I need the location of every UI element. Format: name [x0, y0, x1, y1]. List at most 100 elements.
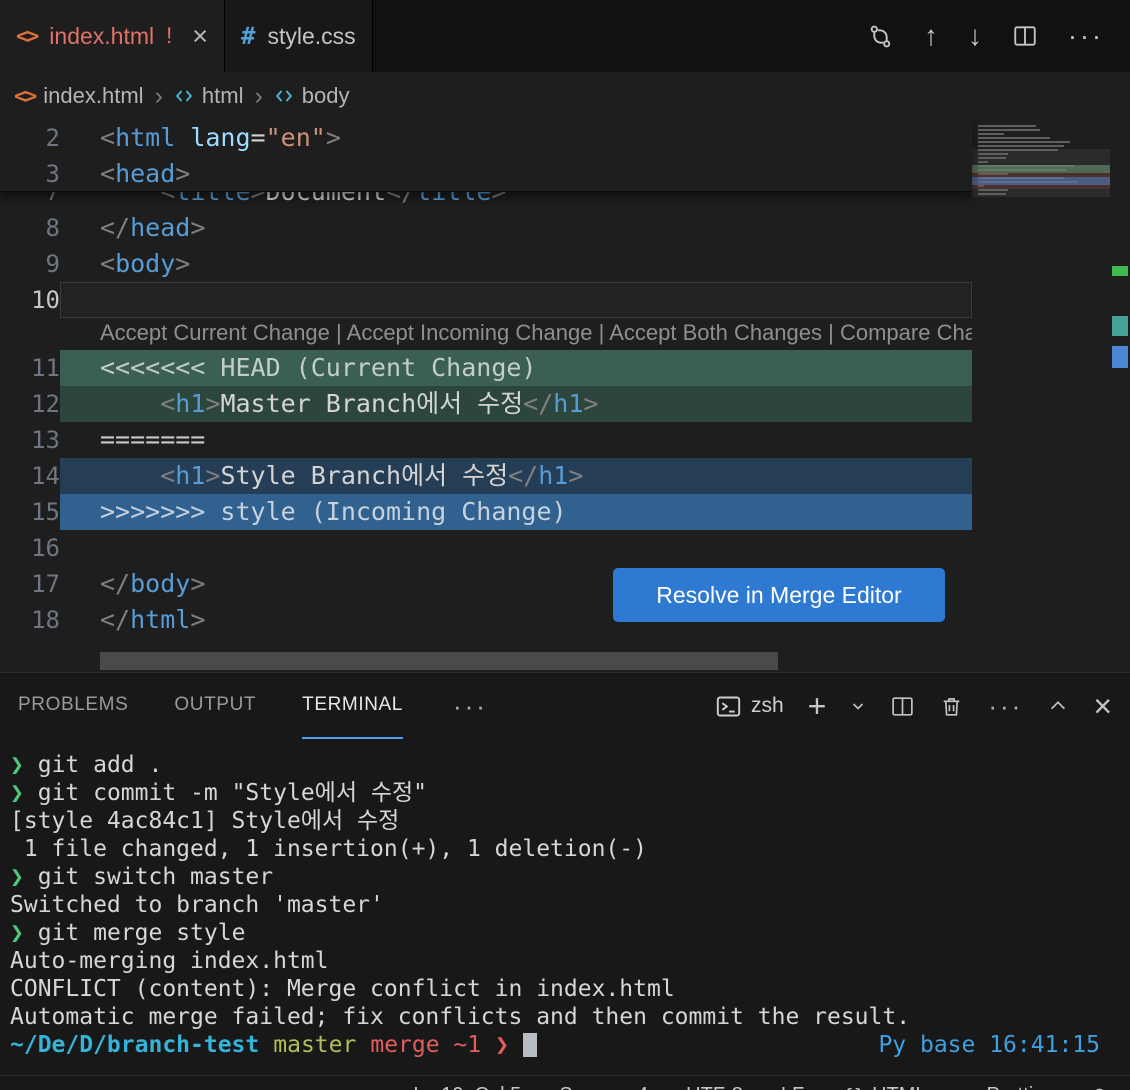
tab-problems[interactable]: PROBLEMS: [18, 673, 128, 739]
indentation[interactable]: Spaces: 4: [559, 1084, 648, 1090]
sticky-scroll: 2 <html lang="en"> 3 <head>: [0, 120, 972, 192]
ruler-mark-green: [1112, 266, 1128, 276]
open-changes-icon[interactable]: [867, 23, 894, 50]
line-number: 16: [31, 534, 60, 562]
brackets-icon: {}: [842, 1085, 865, 1090]
sticky-line-2[interactable]: 2 <html lang="en">: [0, 120, 972, 156]
ruler-mark-blue: [1112, 346, 1128, 368]
status-bar: Ln 10, Col 5 Spaces: 4 UTF-8 LF {}HTML P…: [0, 1075, 1130, 1090]
line-number: 14: [31, 462, 60, 490]
terminal-line: ❯ git add .: [10, 752, 163, 778]
breadcrumb-node-html[interactable]: html: [174, 83, 243, 109]
line-number: 10: [31, 286, 60, 314]
next-change-icon[interactable]: ↓: [968, 20, 982, 52]
split-editor-icon[interactable]: [1012, 23, 1038, 49]
tab-index-html[interactable]: <> index.html ! ×: [0, 0, 226, 72]
prompt-right-status: Py base 16:41:15: [878, 1032, 1100, 1058]
line-number: 2: [45, 124, 60, 152]
terminal-line: [style 4ac84c1] Style에서 수정: [10, 808, 400, 834]
editor-actions: ↑ ↓ ···: [867, 0, 1130, 72]
formatter-status[interactable]: Prettier: [965, 1084, 1051, 1090]
new-terminal-icon[interactable]: +: [808, 690, 827, 722]
terminal-line: Automatic merge failed; fix conflicts an…: [10, 1004, 911, 1030]
code-line-9[interactable]: 9 <body>: [0, 246, 972, 282]
sticky-line-3[interactable]: 3 <head>: [0, 156, 972, 192]
code-text: <html lang="en">: [100, 123, 341, 152]
html-file-icon: <>: [14, 84, 37, 108]
more-panel-views-icon[interactable]: ···: [453, 691, 488, 722]
editor-tab-bar: <> index.html ! × # style.css ↑ ↓ ···: [0, 0, 1130, 72]
code-line-14-incoming-change[interactable]: 14 <h1>Style Branch에서 수정</h1>: [0, 458, 972, 494]
horizontal-scrollbar[interactable]: [100, 652, 778, 670]
code-line-13-conflict-separator[interactable]: 13 =======: [0, 422, 972, 458]
line-number: 15: [31, 498, 60, 526]
line-number: 12: [31, 390, 60, 418]
eol-sequence[interactable]: LF: [781, 1084, 804, 1090]
code-line-8[interactable]: 8 </head>: [0, 210, 972, 246]
cursor-position[interactable]: Ln 10, Col 5: [413, 1084, 521, 1090]
prompt-char: ❯: [10, 780, 24, 806]
breadcrumb-node-body[interactable]: body: [274, 83, 350, 109]
prompt-char: ❯: [10, 752, 24, 778]
prompt-path: ~/De/D/branch-test: [10, 1032, 260, 1058]
code-text: <body>: [100, 249, 191, 278]
more-actions-icon[interactable]: ···: [1068, 21, 1104, 52]
code-editor[interactable]: 7 <title>Document</title> 8 </head> 9 <b…: [0, 120, 1130, 672]
code-text: <h1>Style Branch에서 수정</h1>: [60, 458, 972, 494]
accept-both-changes-link[interactable]: Accept Both Changes: [609, 320, 822, 345]
terminal-line: 1 file changed, 1 insertion(+), 1 deleti…: [10, 836, 647, 862]
panel-actions: zsh + ··· ×: [715, 690, 1112, 722]
tab-label: style.css: [267, 22, 356, 49]
terminal-line: ❯ git switch master: [10, 864, 274, 890]
active-terminal-chip[interactable]: zsh: [715, 693, 784, 720]
html-file-icon: <>: [16, 24, 39, 48]
previous-change-icon[interactable]: ↑: [924, 20, 938, 52]
terminal-output[interactable]: ❯ git add . ❯ git commit -m "Style에서 수정"…: [0, 739, 1130, 1059]
language-mode[interactable]: {}HTML: [842, 1084, 926, 1090]
breadcrumb-separator: ›: [254, 81, 263, 110]
prompt-git-branch: master: [273, 1032, 357, 1058]
line-number: 8: [45, 214, 60, 242]
code-text: </head>: [100, 213, 206, 242]
terminal-cursor: [522, 1033, 537, 1057]
resolve-in-merge-editor-button[interactable]: Resolve in Merge Editor: [613, 568, 945, 622]
prompt-char: ❯: [10, 920, 24, 946]
panel-more-actions-icon[interactable]: ···: [988, 691, 1023, 722]
compare-changes-link[interactable]: Compare Changes: [840, 320, 972, 345]
tab-terminal[interactable]: TERMINAL: [302, 673, 403, 739]
encoding[interactable]: UTF-8: [686, 1084, 743, 1090]
accept-incoming-change-link[interactable]: Accept Incoming Change: [347, 320, 593, 345]
minimap[interactable]: [972, 120, 1110, 672]
close-panel-icon[interactable]: ×: [1093, 690, 1112, 722]
css-file-icon: #: [241, 22, 256, 50]
tab-output[interactable]: OUTPUT: [174, 673, 256, 739]
merge-codelens: Accept Current Change | Accept Incoming …: [0, 318, 972, 350]
code-line-11-conflict-current-header[interactable]: 11 <<<<<<< HEAD (Current Change): [0, 350, 972, 386]
close-tab-icon[interactable]: ×: [192, 22, 208, 50]
split-terminal-icon[interactable]: [890, 694, 915, 719]
notifications-bell-icon[interactable]: [1089, 1085, 1110, 1090]
code-line-12-current-change[interactable]: 12 <h1>Master Branch에서 수정</h1>: [0, 386, 972, 422]
shell-label: zsh: [750, 694, 784, 717]
kill-terminal-icon[interactable]: [939, 694, 964, 719]
bottom-panel: PROBLEMS OUTPUT TERMINAL ··· zsh + ··· ×…: [0, 672, 1130, 1075]
overview-ruler[interactable]: [1110, 120, 1130, 672]
prompt-merge-state: merge ~1: [370, 1032, 482, 1058]
symbol-element-icon: [274, 86, 294, 106]
minimap-incoming-change-mark: [972, 177, 1110, 185]
symbol-element-icon: [174, 86, 194, 106]
line-number: 18: [31, 606, 60, 634]
line-number: 3: [45, 160, 60, 188]
code-line-10-current[interactable]: 10: [0, 282, 972, 318]
tab-style-css[interactable]: # style.css: [225, 0, 373, 72]
maximize-panel-icon[interactable]: [1047, 695, 1069, 717]
breadcrumb-file[interactable]: <> index.html: [14, 83, 144, 109]
code-line-15-conflict-incoming-header[interactable]: 15 >>>>>>> style (Incoming Change): [0, 494, 972, 530]
line-number: 13: [31, 426, 60, 454]
tab-label: index.html: [49, 22, 155, 49]
code-line-16[interactable]: 16: [0, 530, 972, 566]
accept-current-change-link[interactable]: Accept Current Change: [100, 320, 330, 345]
vscode-window: <> index.html ! × # style.css ↑ ↓ ··· <>…: [0, 0, 1130, 1090]
launch-profile-chevron-icon[interactable]: [850, 698, 866, 714]
